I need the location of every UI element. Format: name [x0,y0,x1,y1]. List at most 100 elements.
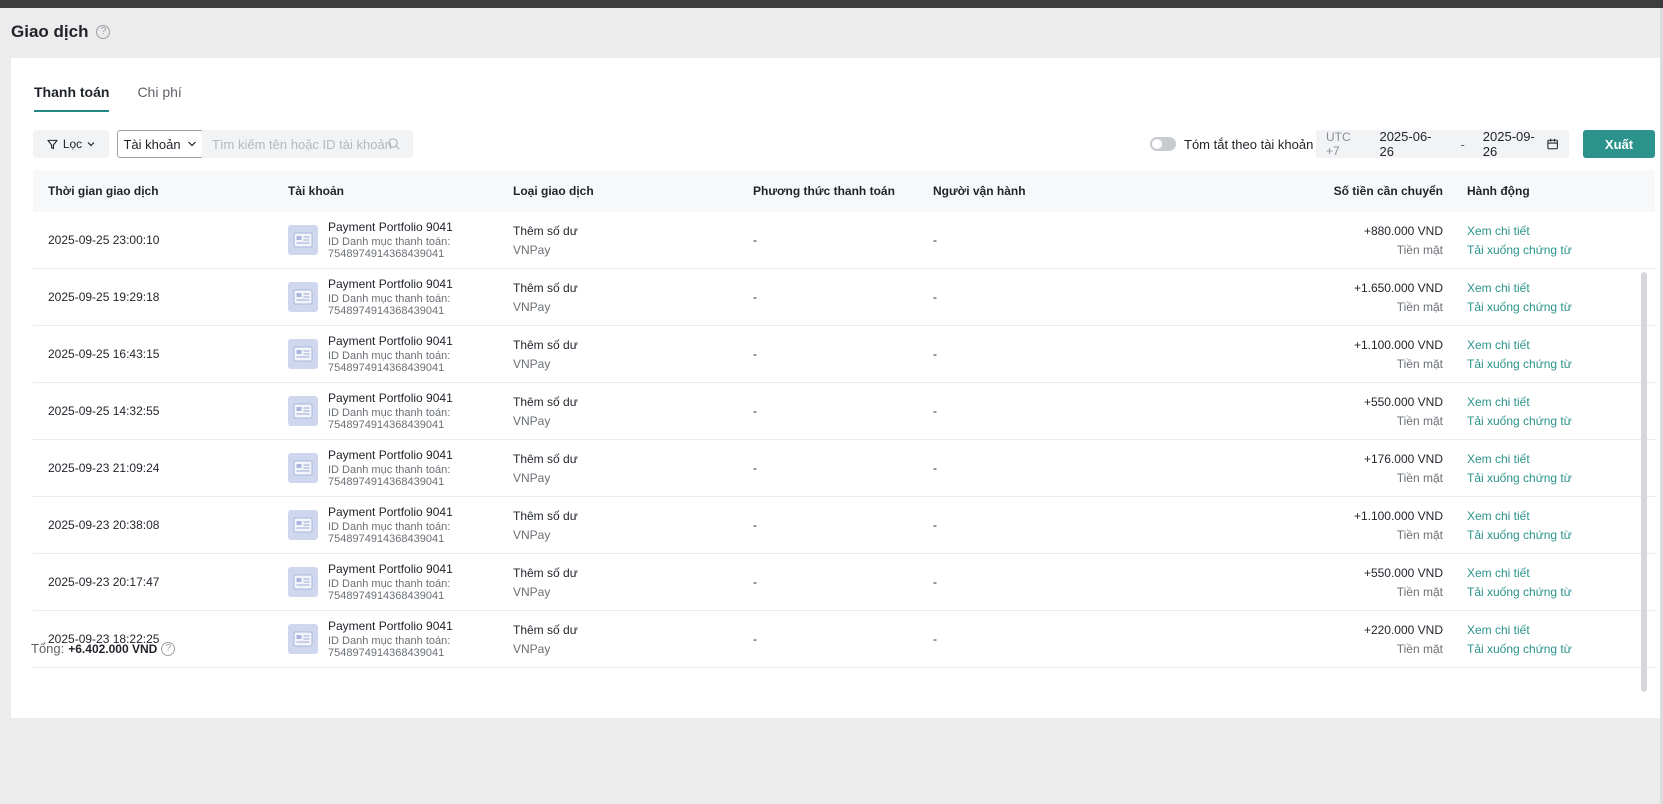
total-label: Tổng: [31,641,65,656]
account-card-icon [288,567,318,597]
amount-cell: +550.000 VND Tiền mặt [1333,566,1443,599]
summary-toggle-group: Tóm tắt theo tài khoản [1150,130,1313,158]
operator: - [933,347,937,361]
account-id: 7548974914368439041 [328,418,445,431]
date-to[interactable]: 2025-09-26 [1483,129,1546,159]
account-text: Payment Portfolio 9041 ID Danh mục thanh… [328,392,453,431]
view-details-link[interactable]: Xem chi tiết [1467,338,1643,352]
view-details-link[interactable]: Xem chi tiết [1467,452,1643,466]
table-row: 2025-09-25 19:29:18 Payment Portfolio 90… [33,269,1655,326]
amount-value: +176.000 VND [1363,451,1443,466]
account-card-icon [288,282,318,312]
window-top-bar [0,0,1663,8]
tab-expense[interactable]: Chi phí [137,84,181,112]
amount-value: +880.000 VND [1363,223,1443,238]
transaction-channel: VNPay [513,470,551,485]
tab-payment[interactable]: Thanh toán [34,84,110,112]
transaction-type-cell: Thêm số dư VNPay [498,338,738,371]
download-receipt-link[interactable]: Tải xuống chứng từ [1467,642,1643,656]
download-receipt-link[interactable]: Tải xuống chứng từ [1467,357,1643,371]
account-name: Payment Portfolio 9041 [328,504,453,519]
account-text: Payment Portfolio 9041 ID Danh mục thanh… [328,506,453,545]
filter-button[interactable]: Lọc [33,130,109,158]
page-header: Giao dịch ? [11,20,111,44]
account-name: Payment Portfolio 9041 [328,561,453,576]
column-header-time[interactable]: Thời gian giao dịch [33,184,273,198]
summary-toggle[interactable] [1150,137,1176,151]
table-scrollbar[interactable] [1641,272,1647,692]
download-receipt-link[interactable]: Tải xuống chứng từ [1467,528,1643,542]
search-input[interactable] [212,136,392,152]
help-circle-icon[interactable]: ? [161,641,176,656]
search-box [202,130,413,158]
view-details-link[interactable]: Xem chi tiết [1467,281,1643,295]
actions-cell: Xem chi tiết Tải xuống chứng từ [1443,395,1643,428]
actions-cell: Xem chi tiết Tải xuống chứng từ [1443,224,1643,257]
transaction-channel: VNPay [513,299,551,314]
transaction-channel: VNPay [513,584,551,599]
amount-value: +550.000 VND [1363,394,1443,409]
amount-value: +550.000 VND [1363,565,1443,580]
transaction-type: Thêm số dư [513,565,578,580]
transaction-type: Thêm số dư [513,451,578,466]
transaction-type: Thêm số dư [513,337,578,352]
operator: - [933,290,937,304]
account-id-label: ID Danh mục thanh toán: [328,349,451,362]
account-id: 7548974914368439041 [328,589,445,602]
calendar-icon[interactable] [1546,137,1559,151]
view-details-link[interactable]: Xem chi tiết [1467,623,1643,637]
chevron-down-icon [187,141,196,147]
transaction-channel: VNPay [513,641,551,656]
filter-icon [47,139,58,149]
download-receipt-link[interactable]: Tải xuống chứng từ [1467,243,1643,257]
account-card-icon [288,339,318,369]
column-header-method: Phương thức thanh toán [753,184,895,198]
transaction-time: 2025-09-23 20:17:47 [48,575,160,589]
transaction-type: Thêm số dư [513,280,578,295]
help-circle-icon[interactable]: ? [96,25,111,39]
amount-cell: +880.000 VND Tiền mặt [1333,224,1443,257]
download-receipt-link[interactable]: Tải xuống chứng từ [1467,585,1643,599]
transaction-time: 2025-09-25 23:00:10 [48,233,160,247]
total-value: +6.402.000 VND [68,641,158,656]
download-receipt-link[interactable]: Tải xuống chứng từ [1467,471,1643,485]
account-cell: Payment Portfolio 9041 ID Danh mục thanh… [273,392,498,431]
amount-cell: +550.000 VND Tiền mặt [1333,395,1443,428]
transaction-type: Thêm số dư [513,223,578,238]
account-cell: Payment Portfolio 9041 ID Danh mục thanh… [273,620,498,659]
account-id: 7548974914368439041 [328,475,445,488]
amount-cell: +1.100.000 VND Tiền mặt [1333,338,1443,371]
payment-method: - [753,347,757,361]
amount-type: Tiền mặt [1396,413,1443,428]
export-button[interactable]: Xuất [1583,130,1655,158]
account-id: 7548974914368439041 [328,247,445,260]
account-cell: Payment Portfolio 9041 ID Danh mục thanh… [273,278,498,317]
account-id-label: ID Danh mục thanh toán: [328,406,451,419]
payment-method: - [753,290,757,304]
view-details-link[interactable]: Xem chi tiết [1467,509,1643,523]
view-details-link[interactable]: Xem chi tiết [1467,395,1643,409]
account-type-select[interactable]: Tài khoản [117,130,203,158]
amount-cell: +220.000 VND Tiền mặt [1333,623,1443,656]
transaction-time: 2025-09-25 14:32:55 [48,404,160,418]
download-receipt-link[interactable]: Tải xuống chứng từ [1467,300,1643,314]
chevron-down-icon [87,142,95,147]
timezone-label: UTC +7 [1326,130,1351,158]
amount-type: Tiền mặt [1396,356,1443,371]
actions-cell: Xem chi tiết Tải xuống chứng từ [1443,281,1643,314]
account-name: Payment Portfolio 9041 [328,333,453,348]
table-row: 2025-09-23 20:17:47 Payment Portfolio 90… [33,554,1655,611]
transaction-channel: VNPay [513,413,551,428]
account-cell: Payment Portfolio 9041 ID Danh mục thanh… [273,335,498,374]
date-range-picker[interactable]: UTC +7 2025-06-26 - 2025-09-26 [1316,129,1569,159]
account-cell: Payment Portfolio 9041 ID Danh mục thanh… [273,449,498,488]
summary-toggle-label: Tóm tắt theo tài khoản [1184,136,1314,152]
actions-cell: Xem chi tiết Tải xuống chứng từ [1443,452,1643,485]
date-from[interactable]: 2025-06-26 [1379,129,1442,159]
view-details-link[interactable]: Xem chi tiết [1467,224,1643,238]
view-details-link[interactable]: Xem chi tiết [1467,566,1643,580]
search-icon[interactable] [387,137,401,151]
operator: - [933,404,937,418]
download-receipt-link[interactable]: Tải xuống chứng từ [1467,414,1643,428]
transaction-time: 2025-09-25 16:43:15 [48,347,160,361]
